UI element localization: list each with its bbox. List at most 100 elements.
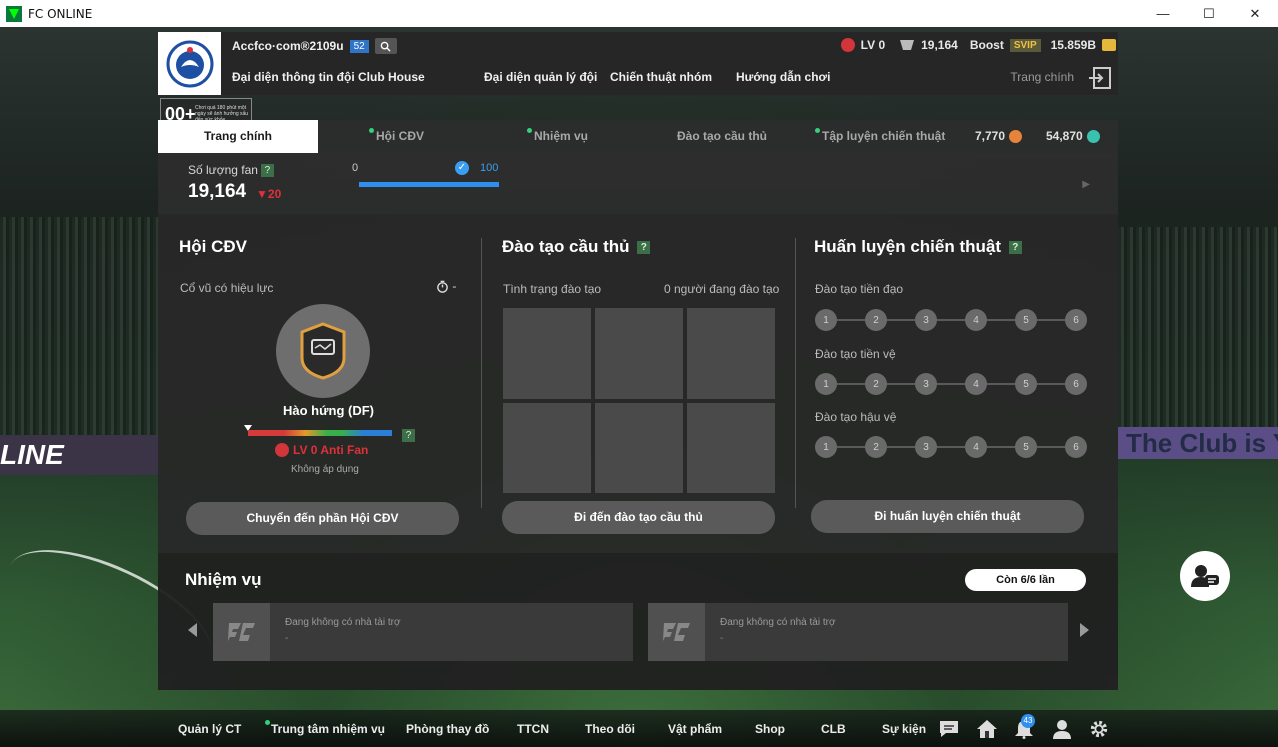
tactics-row-label: Đào tạo tiền đạo <box>815 282 904 296</box>
exit-icon[interactable] <box>1088 66 1112 90</box>
support-effect-label: Cổ vũ có hiệu lực <box>180 281 274 295</box>
bottom-nav-mission-center[interactable]: Trung tâm nhiệm vụ <box>265 720 385 736</box>
tab-fanclub[interactable]: Hội CĐV <box>369 120 424 153</box>
training-slots <box>503 308 775 493</box>
goto-training-button[interactable]: Đi đến đào tạo cầu thủ <box>502 501 775 534</box>
training-title: Đào tạo cầu thủ ? <box>502 237 651 257</box>
tab-missions[interactable]: Nhiệm vụ <box>527 120 588 153</box>
bottom-nav-locker-room[interactable]: Phòng thay đồ <box>406 722 489 736</box>
gear-icon[interactable] <box>1088 719 1110 739</box>
mission-card[interactable]: Đang không có nhà tài trợ - <box>213 603 633 661</box>
mood-bar <box>248 430 392 436</box>
help-icon[interactable]: ? <box>1008 241 1022 255</box>
nav-club-house[interactable]: Club House <box>358 70 484 84</box>
bottom-nav-ttcn[interactable]: TTCN <box>517 722 549 736</box>
next-arrow-icon[interactable] <box>1080 623 1089 637</box>
bottom-nav-club[interactable]: CLB <box>821 722 846 736</box>
tab-home[interactable]: Trang chính <box>158 120 318 153</box>
fan-count-panel: Số lượng fan? 19,164 ▼20 0 ✓ 100 ▶ <box>158 153 1118 214</box>
tab-tactics-training[interactable]: Tập luyện chiến thuật <box>815 120 945 153</box>
tactic-step[interactable]: 3 <box>915 436 937 458</box>
currency-2-value: 54,870 <box>1046 129 1083 143</box>
fanclub-section: Hội CĐV Cổ vũ có hiệu lực - Hào hứng (DF… <box>158 214 481 553</box>
training-slot[interactable] <box>503 402 591 493</box>
tactic-step[interactable]: 3 <box>915 309 937 331</box>
bottom-nav-events[interactable]: Sự kiện <box>882 722 926 736</box>
nav-team-info[interactable]: Đại diện thông tin đội <box>232 70 358 84</box>
step-connector <box>987 383 1015 385</box>
tactic-step[interactable]: 5 <box>1015 436 1037 458</box>
tactic-step[interactable]: 1 <box>815 436 837 458</box>
tactic-step[interactable]: 5 <box>1015 309 1037 331</box>
check-icon: ✓ <box>455 161 469 175</box>
currency-2-icon <box>1086 130 1100 144</box>
chevron-right-icon[interactable]: ▶ <box>1082 179 1090 190</box>
progress-min: 0 <box>352 162 359 174</box>
tactic-step[interactable]: 2 <box>865 309 887 331</box>
tactic-step[interactable]: 4 <box>965 309 987 331</box>
home-icon[interactable] <box>976 719 998 739</box>
training-slot[interactable] <box>687 308 775 399</box>
profile-icon[interactable] <box>1051 719 1073 739</box>
mood-emblem[interactable] <box>276 304 370 398</box>
antifan-text: LV 0 Anti Fan <box>293 443 369 457</box>
mission-text: Đang không có nhà tài trợ <box>285 617 401 628</box>
fan-stat: 19,164 <box>921 38 958 52</box>
tactic-step[interactable]: 1 <box>815 373 837 395</box>
svip-badge: SVIP <box>1009 38 1041 52</box>
step-connector <box>837 446 865 448</box>
minimize-button[interactable]: — <box>1140 0 1186 27</box>
nav-guide[interactable]: Hướng dẫn chơi <box>736 70 830 84</box>
not-applied-text: Không áp dụng <box>291 464 359 475</box>
tab-player-training[interactable]: Đào tạo cầu thủ <box>677 120 767 153</box>
help-icon[interactable]: ? <box>260 164 274 178</box>
mission-card[interactable]: Đang không có nhà tài trợ - <box>648 603 1068 661</box>
chat-icon[interactable] <box>938 719 960 739</box>
training-slot[interactable] <box>595 402 683 493</box>
fan-count: 19,164 <box>188 181 247 202</box>
bottom-nav-shop[interactable]: Shop <box>755 722 785 736</box>
home-link[interactable]: Trang chính <box>1010 70 1074 84</box>
help-icon[interactable]: ? <box>637 241 651 255</box>
timer-icon <box>437 281 448 294</box>
step-connector <box>887 383 915 385</box>
training-status-value: 0 người đang đào tạo <box>664 282 780 296</box>
step-connector <box>1037 319 1065 321</box>
username: Accfco·com®2109u <box>232 39 344 53</box>
search-button[interactable] <box>374 38 397 54</box>
club-logo[interactable] <box>158 32 221 95</box>
search-icon <box>380 41 391 52</box>
tactic-step[interactable]: 1 <box>815 309 837 331</box>
goto-tactics-button[interactable]: Đi huấn luyện chiến thuật <box>811 500 1084 533</box>
tab-bar: Trang chính Hội CĐV Nhiệm vụ Đào tạo cầu… <box>158 120 1118 153</box>
maximize-button[interactable]: ☐ <box>1186 0 1232 27</box>
nav-team-manager[interactable]: Đại diện quản lý đội <box>484 70 610 84</box>
training-slot[interactable] <box>503 308 591 399</box>
tactic-step[interactable]: 6 <box>1065 309 1087 331</box>
bottom-nav-follow[interactable]: Theo dõi <box>585 722 635 736</box>
chat-support-button[interactable] <box>1180 551 1230 601</box>
training-slot[interactable] <box>687 402 775 493</box>
nav-team-tactics[interactable]: Chiến thuật nhóm <box>610 70 736 84</box>
tactic-step[interactable]: 5 <box>1015 373 1037 395</box>
tactic-step[interactable]: 4 <box>965 373 987 395</box>
tactic-step[interactable]: 2 <box>865 436 887 458</box>
help-icon[interactable]: ? <box>402 429 415 442</box>
prev-arrow-icon[interactable] <box>188 623 197 637</box>
mood-name: Hào hứng (DF) <box>283 403 375 418</box>
tactic-step[interactable]: 4 <box>965 436 987 458</box>
tactic-step[interactable]: 6 <box>1065 373 1087 395</box>
tactic-step[interactable]: 6 <box>1065 436 1087 458</box>
goto-fanclub-button[interactable]: Chuyển đến phần Hội CĐV <box>186 502 459 535</box>
training-slot[interactable] <box>595 308 683 399</box>
remaining-attempts[interactable]: Còn 6/6 lần <box>965 569 1086 591</box>
tactic-step[interactable]: 3 <box>915 373 937 395</box>
chat-icon <box>1191 565 1219 587</box>
bottom-nav-team-management[interactable]: Quản lý CT <box>178 722 241 736</box>
fc-logo-icon <box>648 603 705 661</box>
step-track-defense: 1 2 3 4 5 6 <box>815 436 1087 458</box>
tab-player-training-label: Đào tạo cầu thủ <box>677 129 768 143</box>
bottom-nav-items[interactable]: Vật phẩm <box>668 722 722 736</box>
close-button[interactable]: ✕ <box>1232 0 1278 27</box>
tactic-step[interactable]: 2 <box>865 373 887 395</box>
